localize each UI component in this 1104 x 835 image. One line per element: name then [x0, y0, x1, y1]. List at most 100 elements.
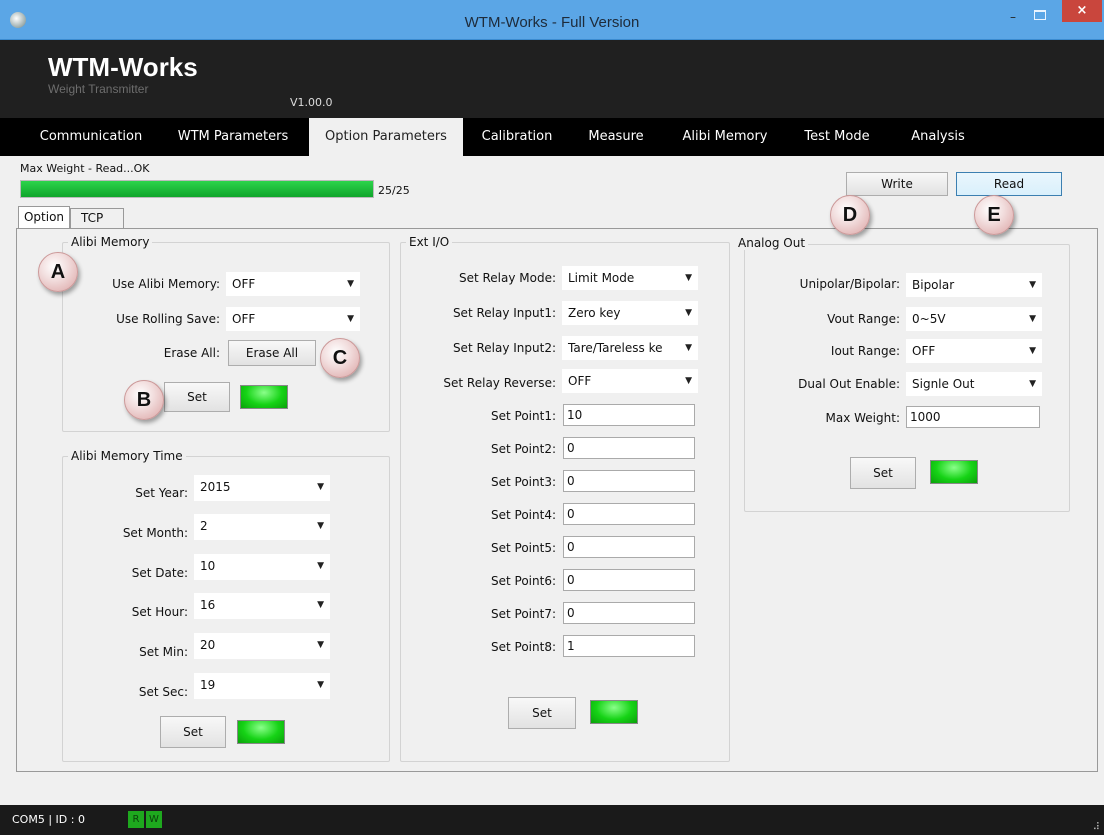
set-point2-label: Set Point2:: [491, 442, 556, 456]
set-point2-input[interactable]: 0: [563, 437, 695, 459]
analog-set-button[interactable]: Set: [850, 457, 916, 489]
title-bar[interactable]: WTM-Works - Full Version – ×: [0, 0, 1104, 40]
connection-info: COM5 | ID : 0: [12, 813, 85, 826]
relay-mode-value: Limit Mode: [568, 271, 635, 285]
set-point5-label: Set Point5:: [491, 541, 556, 555]
set-sec-select[interactable]: 19 ▼: [194, 673, 330, 699]
close-button[interactable]: ×: [1062, 0, 1102, 22]
set-point5-input[interactable]: 0: [563, 536, 695, 558]
chevron-down-icon: ▼: [683, 337, 692, 359]
use-alibi-value: OFF: [232, 277, 256, 291]
main-nav: Communication WTM Parameters Option Para…: [0, 118, 1104, 156]
alibi-time-title: Alibi Memory Time: [68, 449, 186, 463]
chevron-down-icon: ▼: [685, 308, 692, 318]
time-set-button[interactable]: Set: [160, 716, 226, 748]
set-point8-input[interactable]: 1: [563, 635, 695, 657]
erase-all-label: Erase All:: [163, 346, 220, 360]
set-point7-input[interactable]: 0: [563, 602, 695, 624]
subtab-option[interactable]: Option: [18, 206, 70, 228]
set-year-select[interactable]: 2015 ▼: [194, 475, 330, 501]
set-min-value: 20: [200, 638, 216, 652]
chevron-down-icon: ▼: [317, 600, 324, 610]
set-year-label: Set Year:: [135, 486, 188, 500]
time-status-led: [237, 720, 285, 744]
progress-fill: [21, 181, 373, 197]
iout-range-select[interactable]: OFF ▼: [906, 339, 1042, 363]
relay-reverse-label: Set Relay Reverse:: [443, 376, 556, 390]
brand-title: WTM-Works: [48, 52, 198, 82]
window-title: WTM-Works - Full Version: [464, 14, 640, 31]
subtab-tcp[interactable]: TCP: [70, 208, 124, 228]
chevron-down-icon: ▼: [317, 640, 324, 650]
relay-input2-select[interactable]: Tare/Tareless ke ▼: [562, 336, 698, 360]
callout-c: C: [320, 338, 360, 378]
tab-test-mode[interactable]: Test Mode: [792, 118, 882, 156]
vout-range-select[interactable]: 0~5V ▼: [906, 307, 1042, 331]
relay-reverse-select[interactable]: OFF ▼: [562, 369, 698, 393]
alibi-set-button[interactable]: Set: [164, 382, 230, 412]
set-point3-label: Set Point3:: [491, 475, 556, 489]
callout-b: B: [124, 380, 164, 420]
ext-io-set-button[interactable]: Set: [508, 697, 576, 729]
brand-subtitle: Weight Transmitter: [48, 82, 149, 96]
tab-option-parameters[interactable]: Option Parameters: [309, 118, 463, 156]
relay-input1-select[interactable]: Zero key ▼: [562, 301, 698, 325]
tab-calibration[interactable]: Calibration: [470, 118, 564, 156]
set-date-label: Set Date:: [131, 566, 188, 580]
set-point4-input[interactable]: 0: [563, 503, 695, 525]
set-point6-label: Set Point6:: [491, 574, 556, 588]
app-header: WTM-Works Weight Transmitter V1.00.0: [0, 40, 1104, 118]
set-point4-label: Set Point4:: [491, 508, 556, 522]
read-button[interactable]: Read: [956, 172, 1062, 196]
resize-grip-icon[interactable]: ⠼: [1093, 822, 1100, 833]
tab-alibi-memory[interactable]: Alibi Memory: [670, 118, 780, 156]
set-min-select[interactable]: 20 ▼: [194, 633, 330, 659]
chevron-down-icon: ▼: [347, 314, 354, 324]
erase-all-button[interactable]: Erase All: [228, 340, 316, 366]
set-hour-select[interactable]: 16 ▼: [194, 593, 330, 619]
max-weight-label: Max Weight:: [825, 411, 900, 425]
dual-out-label: Dual Out Enable:: [798, 377, 900, 391]
write-button[interactable]: Write: [846, 172, 948, 196]
unipolar-bipolar-select[interactable]: Bipolar ▼: [906, 273, 1042, 297]
rolling-save-select[interactable]: OFF ▼: [226, 307, 360, 331]
set-hour-label: Set Hour:: [131, 605, 188, 619]
callout-d: D: [830, 195, 870, 235]
iout-range-label: Iout Range:: [830, 344, 900, 358]
status-message: Max Weight - Read...OK: [20, 162, 150, 175]
chevron-down-icon: ▼: [317, 482, 324, 492]
tab-measure[interactable]: Measure: [576, 118, 656, 156]
chevron-down-icon: ▼: [1029, 379, 1036, 389]
chevron-down-icon: ▼: [1029, 346, 1036, 356]
callout-e: E: [974, 195, 1014, 235]
chevron-down-icon: ▼: [317, 561, 324, 571]
minimize-button[interactable]: –: [1003, 10, 1023, 24]
relay-mode-select[interactable]: Limit Mode ▼: [562, 266, 698, 290]
chevron-down-icon: ▼: [347, 279, 354, 289]
tab-analysis[interactable]: Analysis: [898, 118, 978, 156]
alibi-status-led: [240, 385, 288, 409]
set-sec-label: Set Sec:: [138, 685, 188, 699]
rolling-save-label: Use Rolling Save:: [116, 312, 220, 326]
set-month-value: 2: [200, 519, 208, 533]
set-point6-input[interactable]: 0: [563, 569, 695, 591]
tab-wtm-parameters[interactable]: WTM Parameters: [166, 118, 300, 156]
use-alibi-select[interactable]: OFF ▼: [226, 272, 360, 296]
tab-communication[interactable]: Communication: [28, 118, 154, 156]
analog-out-title: Analog Out: [735, 236, 809, 250]
relay-reverse-value: OFF: [568, 374, 592, 388]
relay-input1-label: Set Relay Input1:: [452, 306, 556, 320]
set-date-value: 10: [200, 559, 216, 573]
set-point1-input[interactable]: 10: [563, 404, 695, 426]
set-date-select[interactable]: 10 ▼: [194, 554, 330, 580]
maximize-button[interactable]: [1030, 8, 1050, 22]
set-point3-input[interactable]: 0: [563, 470, 695, 492]
max-weight-input[interactable]: 1000: [906, 406, 1040, 428]
set-month-select[interactable]: 2 ▼: [194, 514, 330, 540]
maximize-icon: [1034, 10, 1046, 20]
relay-input1-value: Zero key: [568, 306, 621, 320]
dual-out-select[interactable]: Signle Out ▼: [906, 372, 1042, 396]
vout-range-label: Vout Range:: [827, 312, 900, 326]
progress-bar: [20, 180, 374, 198]
chevron-down-icon: ▼: [685, 273, 692, 283]
